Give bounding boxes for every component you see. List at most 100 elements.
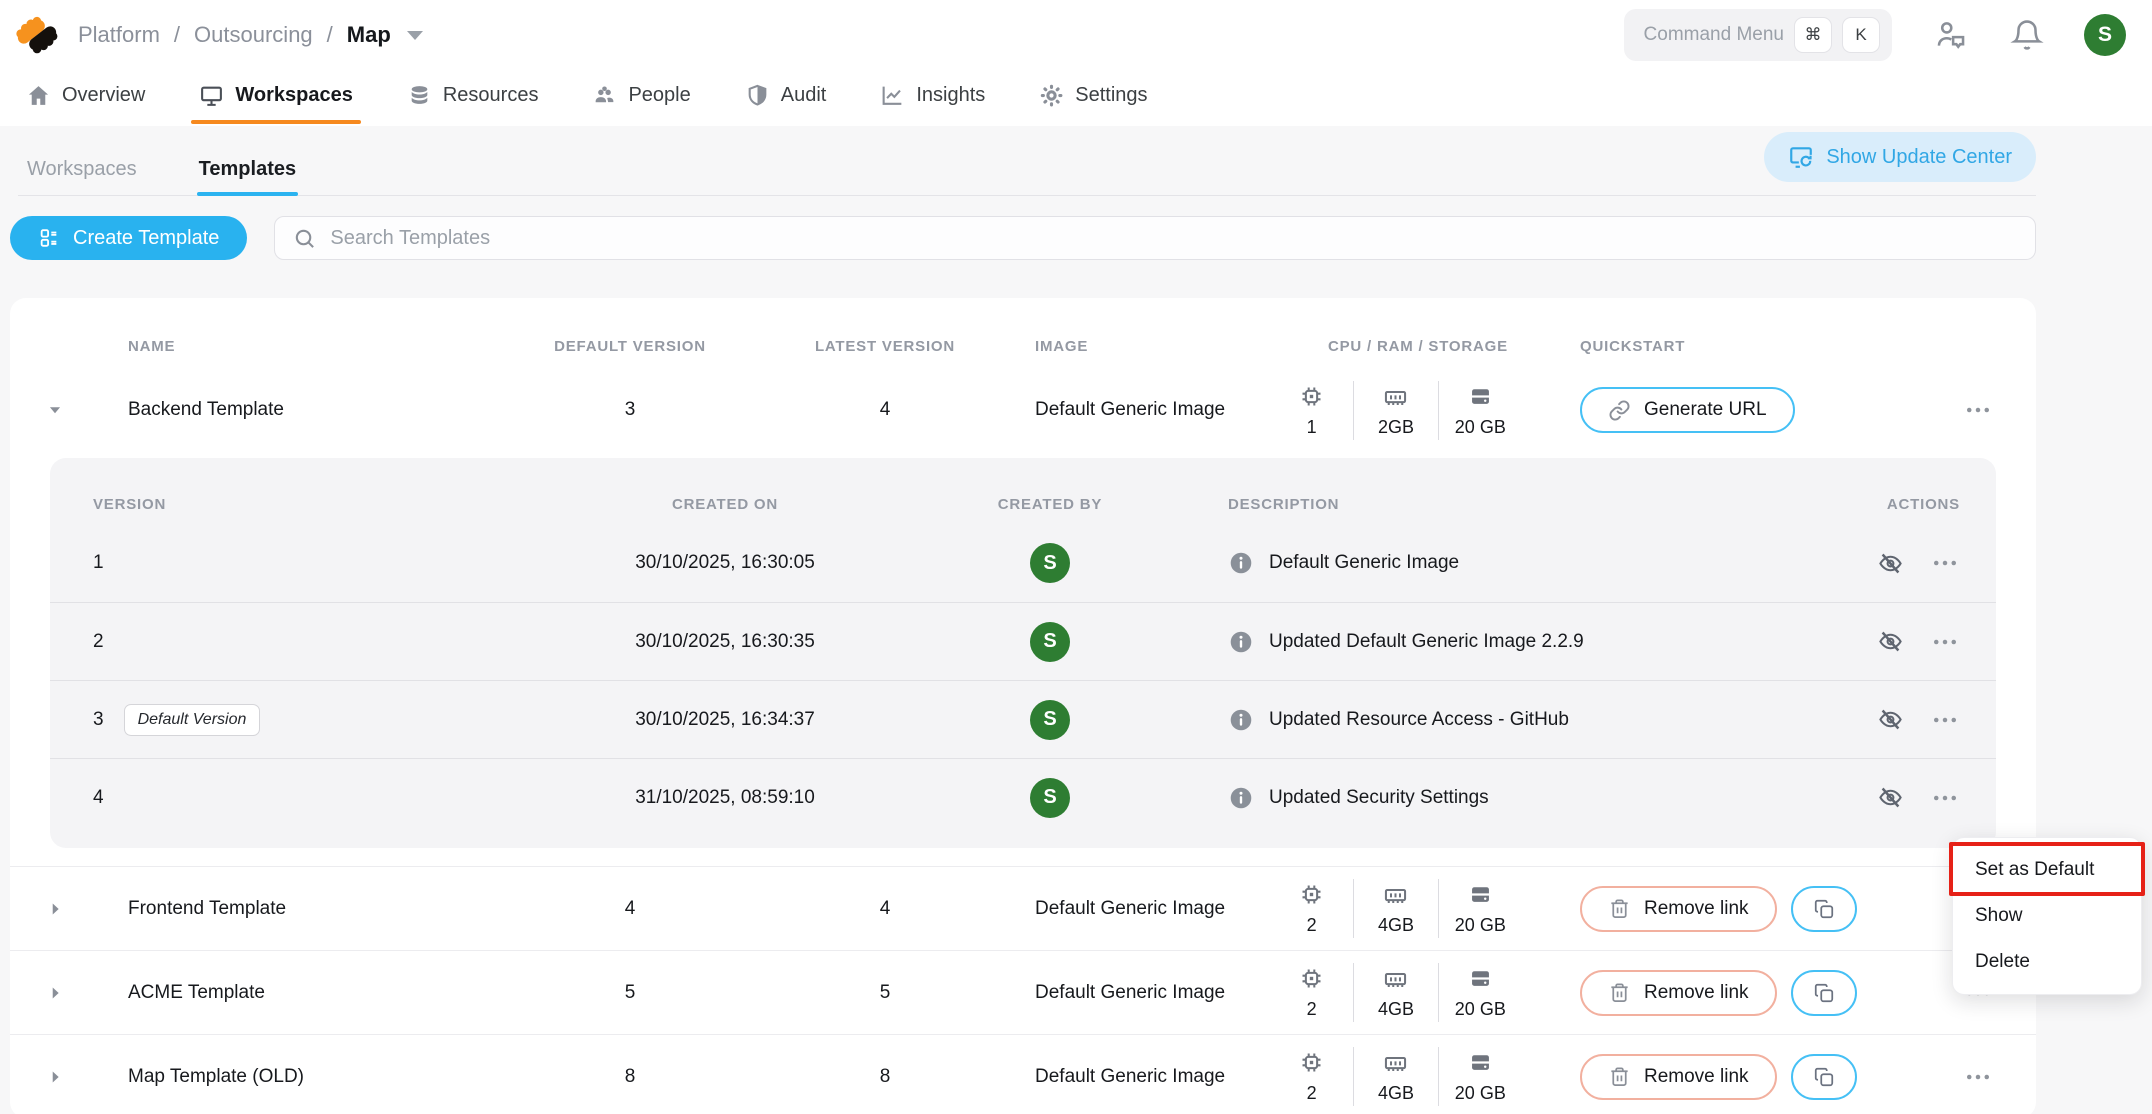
user-avatar[interactable]: S xyxy=(2084,14,2126,56)
info-icon[interactable] xyxy=(1228,550,1254,576)
breadcrumb-current-map[interactable]: Map xyxy=(347,22,391,48)
create-template-button[interactable]: Create Template xyxy=(10,216,247,260)
hide-version-eye-off-icon[interactable] xyxy=(1877,628,1904,655)
version-more-menu-icon[interactable] xyxy=(1930,705,1960,735)
collapse-caret-down-icon[interactable] xyxy=(44,399,66,421)
version-number: 2 xyxy=(50,631,560,653)
version-more-menu-icon[interactable] xyxy=(1930,548,1960,578)
default-version-value: 5 xyxy=(480,982,780,1004)
copy-template-button[interactable] xyxy=(1791,886,1857,932)
nav-item-settings[interactable]: Settings xyxy=(1039,83,1147,108)
hide-version-eye-off-icon[interactable] xyxy=(1877,550,1904,577)
show-update-center-button[interactable]: Show Update Center xyxy=(1764,132,2036,182)
menu-item-set-as-default[interactable]: Set as Default xyxy=(1953,847,2141,893)
created-by-avatar[interactable]: S xyxy=(1030,778,1070,818)
remove-link-label: Remove link xyxy=(1644,898,1749,920)
generate-url-button[interactable]: Generate URL xyxy=(1580,387,1795,433)
ram-icon xyxy=(1382,965,1409,992)
resources-group: 1 2GB 20 GB xyxy=(1270,381,1522,440)
created-by-avatar[interactable]: S xyxy=(1030,700,1070,740)
breadcrumb-outsourcing[interactable]: Outsourcing xyxy=(194,22,313,48)
expand-caret-right-icon[interactable] xyxy=(44,898,66,920)
k-key-badge: K xyxy=(1842,17,1880,53)
show-update-center-label: Show Update Center xyxy=(1826,146,2012,169)
created-on-value: 30/10/2025, 16:30:35 xyxy=(560,631,890,653)
storage-value: 20 GB xyxy=(1455,1083,1506,1104)
nav-label: Resources xyxy=(443,84,539,107)
remove-link-button[interactable]: Remove link xyxy=(1580,1054,1777,1100)
breadcrumb-platform[interactable]: Platform xyxy=(78,22,160,48)
version-row-2: 2 30/10/2025, 16:30:35 S Updated Default… xyxy=(50,602,1996,680)
database-icon xyxy=(407,83,432,108)
template-name[interactable]: ACME Template xyxy=(100,982,480,1004)
latest-version-value: 5 xyxy=(780,982,990,1004)
created-by-avatar[interactable]: S xyxy=(1030,622,1070,662)
trash-icon xyxy=(1608,1065,1631,1088)
col-header-default-version: DEFAULT VERSION xyxy=(480,338,780,355)
template-name[interactable]: Backend Template xyxy=(100,399,480,421)
col-header-name: NAME xyxy=(100,338,480,355)
monitor-icon xyxy=(199,83,224,108)
copy-icon xyxy=(1813,1066,1835,1088)
created-by-avatar[interactable]: S xyxy=(1030,543,1070,583)
storage-icon xyxy=(1467,965,1494,992)
resources-group: 2 4GB 20 GB xyxy=(1270,1047,1522,1106)
nav-label: Audit xyxy=(781,84,827,107)
nav-item-resources[interactable]: Resources xyxy=(407,83,539,108)
nav-item-overview[interactable]: Overview xyxy=(26,83,145,108)
feedback-person-chat-icon[interactable] xyxy=(1934,18,1968,52)
nav-item-workspaces[interactable]: Workspaces xyxy=(199,83,352,108)
create-template-label: Create Template xyxy=(73,227,219,250)
version-number: 4 xyxy=(50,787,560,809)
hide-version-eye-off-icon[interactable] xyxy=(1877,706,1904,733)
menu-item-show[interactable]: Show xyxy=(1953,893,2141,939)
row-more-menu-icon[interactable] xyxy=(1963,1062,1993,1092)
copy-template-button[interactable] xyxy=(1791,970,1857,1016)
remove-link-button[interactable]: Remove link xyxy=(1580,886,1777,932)
ram-icon xyxy=(1382,383,1409,410)
remove-link-button[interactable]: Remove link xyxy=(1580,970,1777,1016)
search-icon xyxy=(293,227,316,250)
template-name[interactable]: Map Template (OLD) xyxy=(100,1066,480,1088)
row-more-menu-icon[interactable] xyxy=(1963,395,1993,425)
expand-caret-right-icon[interactable] xyxy=(44,982,66,1004)
ram-value: 4GB xyxy=(1378,915,1414,936)
version-number: 1 xyxy=(50,552,560,574)
brand-logo-icon[interactable] xyxy=(14,12,60,58)
templates-toolbar: Create Template xyxy=(10,216,2036,260)
col-header-version: VERSION xyxy=(50,496,560,513)
tab-workspaces[interactable]: Workspaces xyxy=(27,158,137,181)
menu-item-delete[interactable]: Delete xyxy=(1953,939,2141,985)
notifications-bell-icon[interactable] xyxy=(2010,18,2044,52)
version-number: 3 Default Version xyxy=(50,704,560,736)
ram-icon xyxy=(1382,1049,1409,1076)
expand-caret-right-icon[interactable] xyxy=(44,1066,66,1088)
hide-version-eye-off-icon[interactable] xyxy=(1877,784,1904,811)
version-more-menu-icon[interactable] xyxy=(1930,783,1960,813)
nav-item-audit[interactable]: Audit xyxy=(745,83,827,108)
info-icon[interactable] xyxy=(1228,785,1254,811)
nav-item-people[interactable]: People xyxy=(592,83,690,108)
command-menu-button[interactable]: Command Menu ⌘ K xyxy=(1624,9,1892,61)
tab-templates[interactable]: Templates xyxy=(199,158,296,181)
resources-group: 2 4GB 20 GB xyxy=(1270,879,1522,938)
update-center-icon xyxy=(1788,144,1814,170)
table-row-backend-template: Backend Template 3 4 Default Generic Ima… xyxy=(10,368,2036,452)
image-value: Default Generic Image xyxy=(990,1066,1270,1088)
version-more-menu-icon[interactable] xyxy=(1930,627,1960,657)
nav-item-insights[interactable]: Insights xyxy=(880,83,985,108)
template-name[interactable]: Frontend Template xyxy=(100,898,480,920)
table-row-frontend-template: Frontend Template 4 4 Default Generic Im… xyxy=(10,866,2036,950)
info-icon[interactable] xyxy=(1228,629,1254,655)
table-row-acme-template: ACME Template 5 5 Default Generic Image … xyxy=(10,950,2036,1034)
search-templates-input[interactable] xyxy=(330,227,2017,250)
breadcrumb-separator: / xyxy=(174,22,180,48)
nav-label: Overview xyxy=(62,84,145,107)
breadcrumb-dropdown-caret-icon[interactable] xyxy=(407,31,423,40)
nav-label: People xyxy=(628,84,690,107)
created-on-value: 30/10/2025, 16:34:37 xyxy=(560,709,890,731)
trash-icon xyxy=(1608,981,1631,1004)
cmd-key-badge: ⌘ xyxy=(1794,17,1832,53)
info-icon[interactable] xyxy=(1228,707,1254,733)
copy-template-button[interactable] xyxy=(1791,1054,1857,1100)
